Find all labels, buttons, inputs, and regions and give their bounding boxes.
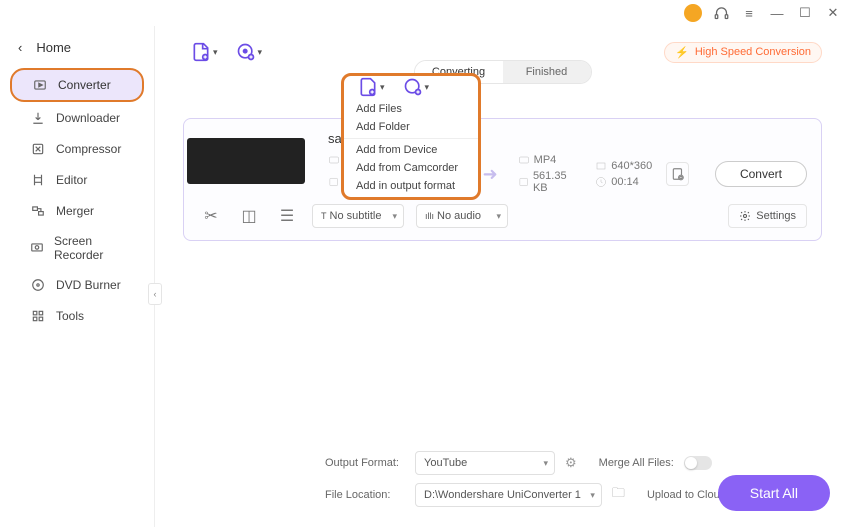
- crop-icon[interactable]: ◫: [236, 205, 262, 227]
- file-location-select[interactable]: D:\Wondershare UniConverter 1: [415, 483, 602, 507]
- dropdown-header: ▾ ▾: [344, 76, 478, 98]
- maximize-icon[interactable]: ☐: [796, 4, 814, 22]
- chevron-left-icon: ‹: [18, 40, 22, 55]
- add-dvd-button[interactable]: ▾: [403, 77, 430, 97]
- format-settings-icon[interactable]: ⚙: [565, 455, 577, 471]
- sidebar-item-label: Merger: [56, 204, 94, 218]
- sidebar-item-label: Compressor: [56, 142, 121, 156]
- dst-format: MP4: [534, 154, 557, 166]
- folder-icon[interactable]: 🗀: [612, 484, 625, 506]
- add-dropdown: ▾ ▾ Add Files Add Folder Add from Device…: [341, 73, 481, 200]
- sidebar-item-tools[interactable]: Tools: [10, 301, 144, 331]
- divider: [344, 138, 478, 139]
- converter-icon: [32, 77, 48, 93]
- dest-info-2: 640*360 00:14: [595, 160, 652, 188]
- titlebar: ≡ — ☐ ✕: [0, 0, 850, 26]
- dst-res: 640*360: [611, 160, 652, 172]
- chevron-down-icon: ▾: [258, 47, 263, 58]
- add-buttons-group: ▾ ▾: [191, 42, 262, 62]
- add-dvd-icon: [236, 42, 256, 62]
- add-dvd-icon: [403, 77, 423, 97]
- start-all-button[interactable]: Start All: [718, 475, 830, 511]
- bottom-bar: Output Format: YouTube ⚙ Merge All Files…: [325, 451, 830, 515]
- headset-icon[interactable]: [712, 4, 730, 22]
- home-label: Home: [36, 40, 71, 55]
- sidebar-item-compressor[interactable]: Compressor: [10, 134, 144, 164]
- sidebar-item-label: Screen Recorder: [54, 234, 130, 262]
- sidebar: ‹ Home Converter Downloader Compressor E…: [0, 26, 155, 527]
- file-location-label: File Location:: [325, 489, 405, 501]
- screen-recorder-icon: [30, 240, 44, 256]
- dd-add-device[interactable]: Add from Device: [344, 141, 478, 159]
- sidebar-item-editor[interactable]: Editor: [10, 165, 144, 195]
- merge-label: Merge All Files:: [599, 457, 674, 469]
- chevron-down-icon: ▾: [425, 82, 430, 93]
- chevron-down-icon: ▾: [213, 47, 218, 58]
- high-speed-conversion[interactable]: ⚡ High Speed Conversion: [664, 42, 822, 63]
- merger-icon: [30, 203, 46, 219]
- dest-info: MP4 561.35 KB: [518, 154, 582, 194]
- sidebar-item-converter[interactable]: Converter: [10, 68, 144, 102]
- tab-finished[interactable]: Finished: [503, 61, 591, 83]
- video-thumbnail[interactable]: [187, 138, 305, 184]
- trim-icon[interactable]: ✂: [198, 205, 224, 227]
- merge-toggle[interactable]: [684, 456, 712, 470]
- tools-icon: [30, 308, 46, 324]
- add-file-button[interactable]: ▾: [358, 77, 385, 97]
- settings-button[interactable]: Settings: [728, 204, 807, 228]
- sidebar-item-label: Downloader: [56, 111, 120, 125]
- sidebar-item-label: Editor: [56, 173, 87, 187]
- dd-add-folder[interactable]: Add Folder: [344, 118, 478, 136]
- upload-label: Upload to Cloud: [647, 489, 726, 501]
- output-format-select[interactable]: YouTube: [415, 451, 555, 475]
- sidebar-item-label: DVD Burner: [56, 278, 121, 292]
- editor-icon: [30, 172, 46, 188]
- output-format-label: Output Format:: [325, 457, 405, 469]
- compressor-icon: [30, 141, 46, 157]
- avatar[interactable]: [684, 4, 702, 22]
- add-dvd-button[interactable]: ▾: [236, 42, 263, 62]
- subtitle-select[interactable]: TNo subtitle: [312, 204, 404, 228]
- add-file-icon: [191, 42, 211, 62]
- minimize-icon[interactable]: —: [768, 4, 786, 22]
- chevron-down-icon: ▾: [380, 82, 385, 93]
- add-file-button[interactable]: ▾: [191, 42, 218, 62]
- sidebar-item-merger[interactable]: Merger: [10, 196, 144, 226]
- convert-button[interactable]: Convert: [715, 161, 807, 187]
- sidebar-item-screen-recorder[interactable]: Screen Recorder: [10, 227, 144, 269]
- output-settings[interactable]: [666, 162, 689, 186]
- audio-select[interactable]: ıllıNo audio: [416, 204, 508, 228]
- main: Converting Finished ▾ ▾ ⚡ High Speed Con…: [155, 26, 850, 527]
- effect-icon[interactable]: ☰: [274, 205, 300, 227]
- bolt-icon: ⚡: [675, 46, 689, 59]
- dst-dur: 00:14: [611, 176, 639, 188]
- hsc-label: High Speed Conversion: [695, 46, 811, 58]
- sidebar-item-label: Converter: [58, 78, 111, 92]
- dd-add-camcorder[interactable]: Add from Camcorder: [344, 159, 478, 177]
- sidebar-item-label: Tools: [56, 309, 84, 323]
- dd-add-output[interactable]: Add in output format: [344, 177, 478, 195]
- sidebar-item-downloader[interactable]: Downloader: [10, 103, 144, 133]
- back-home[interactable]: ‹ Home: [0, 32, 154, 67]
- menu-icon[interactable]: ≡: [740, 4, 758, 22]
- dvd-icon: [30, 277, 46, 293]
- add-file-icon: [358, 77, 378, 97]
- dd-add-files[interactable]: Add Files: [344, 100, 478, 118]
- download-icon: [30, 110, 46, 126]
- sidebar-item-dvd-burner[interactable]: DVD Burner: [10, 270, 144, 300]
- gear-icon: [739, 210, 751, 222]
- dst-size: 561.35 KB: [533, 170, 581, 194]
- close-icon[interactable]: ✕: [824, 4, 842, 22]
- page-gear-icon: [671, 167, 685, 181]
